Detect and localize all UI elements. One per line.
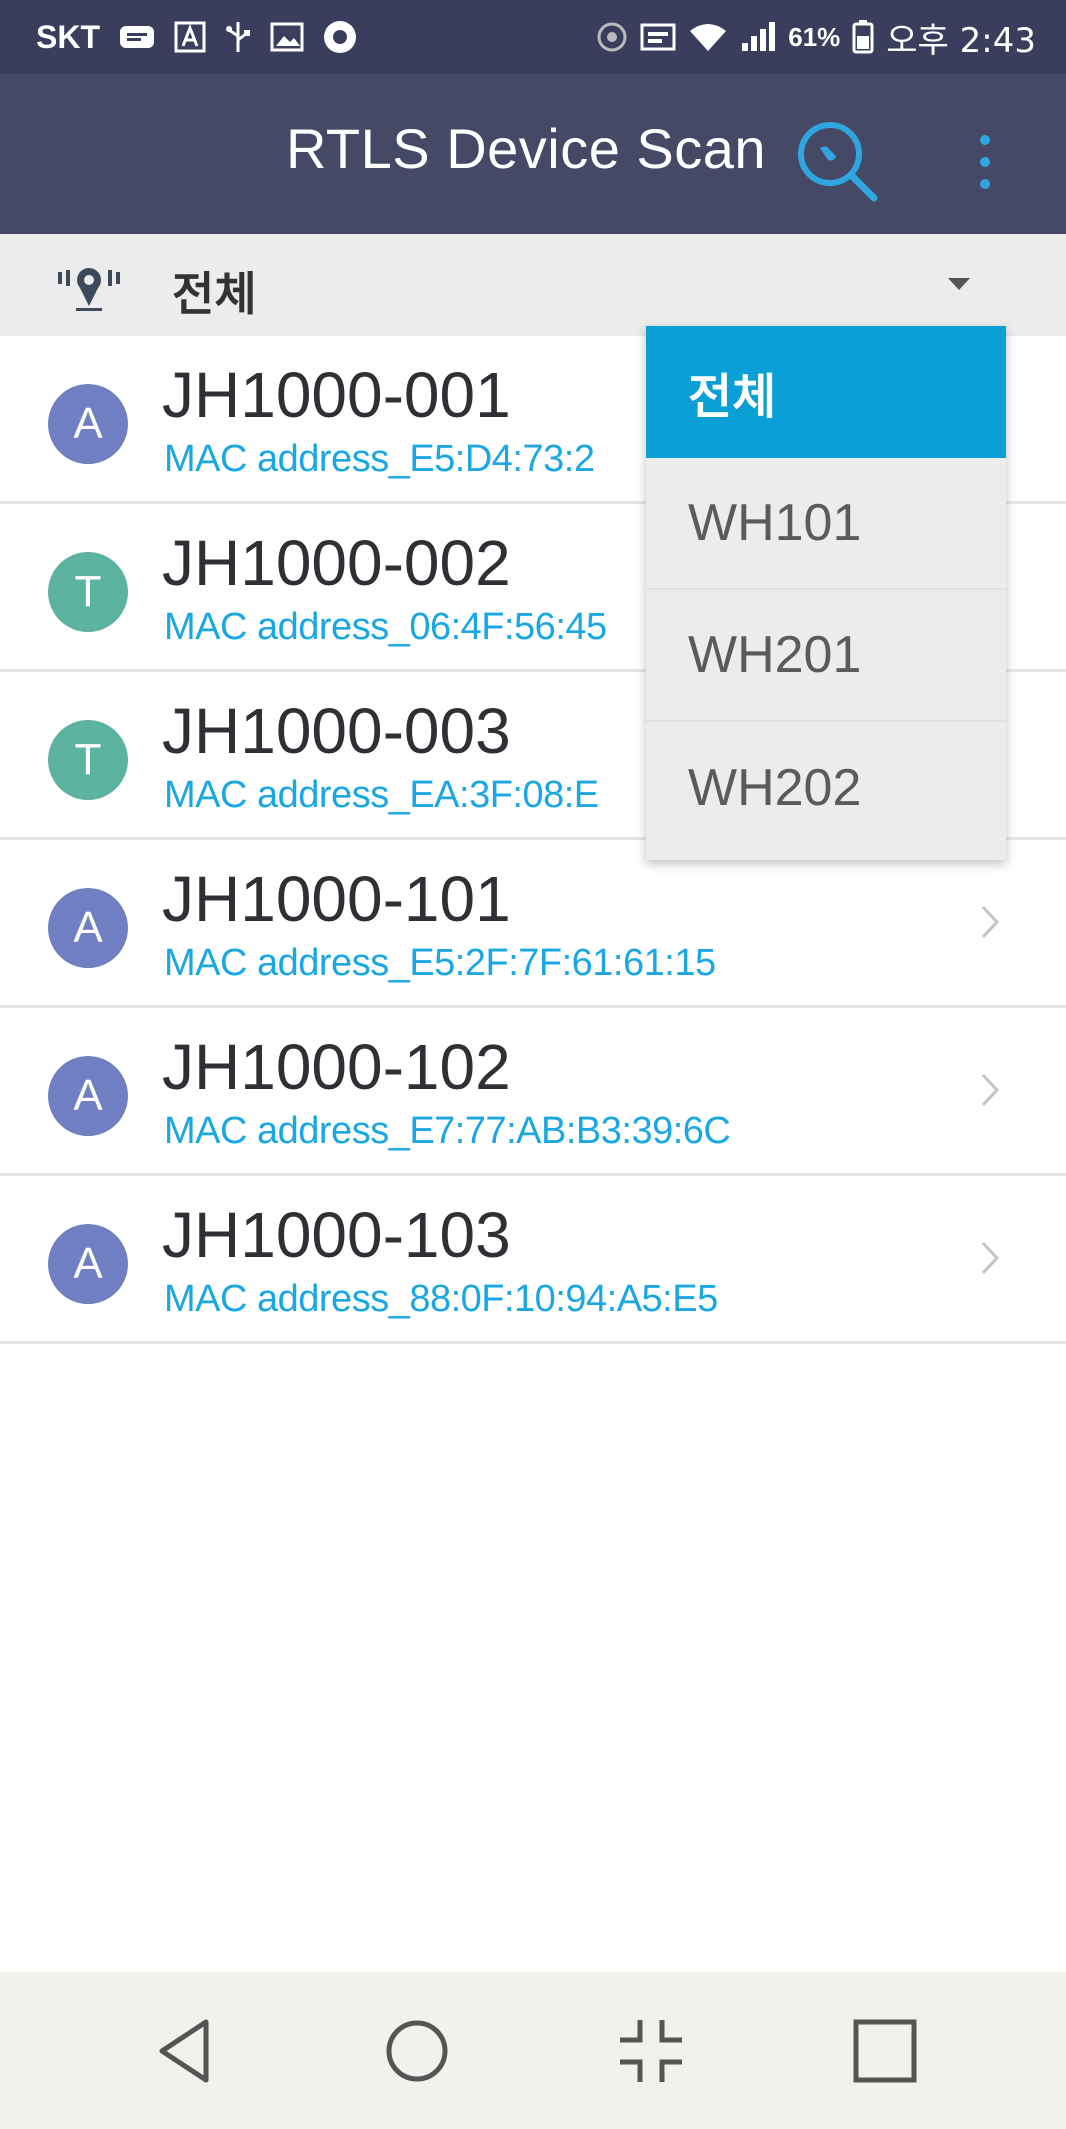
device-type-badge: A [48, 888, 128, 968]
search-button[interactable] [790, 114, 886, 210]
battery-icon [852, 20, 874, 54]
dropdown-option-wh201[interactable]: WH201 [646, 590, 1006, 722]
device-name: JH1000-003 [162, 695, 511, 767]
page-title: RTLS Device Scan [286, 117, 767, 180]
image-icon [270, 22, 304, 52]
sim-icon [640, 22, 676, 52]
recents-icon[interactable] [846, 2012, 924, 2090]
status-bar-right: 61% 오후 2:43 [596, 13, 1036, 62]
device-row[interactable]: A JH1000-103 MAC address_88:0F:10:94:A5:… [0, 1176, 1066, 1344]
split-screen-icon[interactable] [612, 2012, 690, 2090]
status-bar: SKT 61% 오후 2:43 [0, 0, 1066, 74]
nfc-icon [596, 21, 628, 53]
more-options-button[interactable] [960, 114, 1010, 210]
device-type-badge: A [48, 1056, 128, 1136]
filter-dropdown-menu: 전체 WH101 WH201 WH202 [646, 326, 1006, 860]
wifi-icon [688, 21, 728, 53]
device-type-badge: A [48, 384, 128, 464]
device-type-badge: A [48, 1224, 128, 1304]
dropdown-arrow-icon [948, 278, 970, 290]
battery-percent: 61% [788, 21, 841, 52]
device-mac: MAC address_E7:77:AB:B3:39:6C [164, 1110, 731, 1152]
device-mac: MAC address_E5:2F:7F:61:61:15 [164, 942, 716, 984]
status-bar-left: SKT [36, 19, 358, 56]
location-pin-icon [58, 268, 120, 311]
device-name: JH1000-101 [162, 863, 511, 935]
more-vert-icon [980, 135, 990, 145]
back-icon[interactable] [148, 2012, 226, 2090]
camera-icon [322, 19, 358, 55]
dropdown-option-wh101[interactable]: WH101 [646, 458, 1006, 590]
app-bar: RTLS Device Scan [0, 74, 1066, 234]
device-type-badge: T [48, 552, 128, 632]
device-name: JH1000-002 [162, 527, 511, 599]
device-row[interactable]: A JH1000-102 MAC address_E7:77:AB:B3:39:… [0, 1008, 1066, 1176]
device-name: JH1000-102 [162, 1031, 511, 1103]
device-name: JH1000-001 [162, 359, 511, 431]
device-mac: MAC address_EA:3F:08:E [164, 774, 599, 816]
message-icon [118, 23, 156, 51]
device-mac: MAC address_E5:D4:73:2 [164, 438, 595, 480]
device-type-badge: T [48, 720, 128, 800]
dropdown-option-wh202[interactable]: WH202 [646, 722, 1006, 854]
clock: 오후 2:43 [886, 20, 1036, 61]
font-a-icon [174, 21, 206, 53]
chevron-right-icon [981, 905, 1000, 939]
chevron-right-icon [981, 1241, 1000, 1275]
chevron-right-icon [981, 1073, 1000, 1107]
filter-selected-label: 전체 [172, 267, 257, 321]
more-vert-icon-dot [980, 157, 990, 167]
usb-icon [224, 20, 252, 54]
carrier-label: SKT [36, 18, 100, 55]
device-mac: MAC address_88:0F:10:94:A5:E5 [164, 1278, 718, 1320]
device-mac: MAC address_06:4F:56:45 [164, 606, 607, 648]
dropdown-option-all[interactable]: 전체 [646, 326, 1006, 458]
device-name: JH1000-103 [162, 1199, 511, 1271]
signal-icon [740, 21, 776, 53]
home-icon[interactable] [378, 2012, 456, 2090]
search-icon [798, 122, 878, 202]
system-nav-bar [0, 1972, 1066, 2129]
device-row[interactable]: A JH1000-101 MAC address_E5:2F:7F:61:61:… [0, 840, 1066, 1008]
more-vert-icon-dot [980, 179, 990, 189]
filter-spinner[interactable]: 전체 [0, 234, 1066, 337]
